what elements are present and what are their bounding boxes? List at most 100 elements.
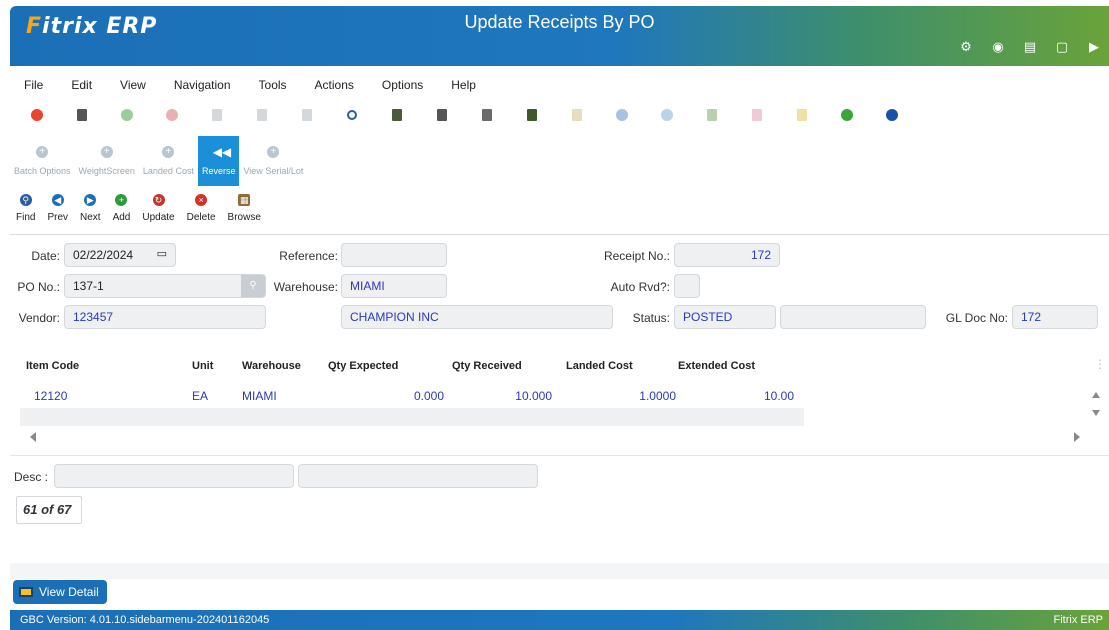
cell-qty-received[interactable]: 10.000	[452, 389, 552, 403]
cell-qty-expected[interactable]: 0.000	[330, 389, 444, 403]
grid-view-icon	[19, 587, 33, 597]
plus-circle-icon: +	[36, 146, 49, 158]
rewind-icon: ◀◀	[212, 145, 232, 159]
column-menu-icon[interactable]: ⋮	[1094, 357, 1106, 371]
delete-icon: ×	[195, 194, 208, 206]
column-header-landed-cost[interactable]: Landed Cost	[566, 360, 633, 372]
brand-text: Fitrix ERP	[1053, 614, 1104, 626]
edit-icon[interactable]	[464, 104, 509, 126]
cancel-icon[interactable]	[149, 104, 194, 126]
browse-button[interactable]: ▦ Browse	[222, 192, 267, 230]
divider	[10, 234, 1109, 235]
column-header-warehouse[interactable]: Warehouse	[242, 360, 301, 372]
menu-actions[interactable]: Actions	[301, 78, 368, 92]
horizontal-scrollbar[interactable]	[12, 428, 1098, 448]
clipboard-icon[interactable]	[284, 104, 329, 126]
menu-file[interactable]: File	[10, 78, 57, 92]
reference-field[interactable]	[341, 243, 447, 267]
po-no-field[interactable]: 137-1 ⚲	[64, 274, 266, 298]
gl-doc-field[interactable]: 172	[1012, 305, 1098, 329]
lookup-icon[interactable]: ⚲	[241, 275, 265, 297]
auto-rvd-field[interactable]	[674, 274, 700, 298]
status-bar: GBC Version: 4.01.10.sidebarmenu-2024011…	[10, 610, 1109, 630]
chart-icon[interactable]	[689, 104, 734, 126]
po-no-value: 137-1	[73, 279, 104, 293]
desc-field-2[interactable]	[298, 464, 538, 488]
menu-tools[interactable]: Tools	[245, 78, 301, 92]
cell-warehouse[interactable]: MIAMI	[242, 389, 277, 403]
prev-button[interactable]: ◀ Prev	[41, 192, 74, 230]
landed-cost-button[interactable]: + Landed Cost	[139, 136, 198, 186]
button-label: Reverse	[201, 166, 236, 176]
paste-icon[interactable]	[239, 104, 284, 126]
batch-options-button[interactable]: + Batch Options	[10, 136, 75, 186]
content-footer	[10, 563, 1109, 579]
date-field[interactable]: 02/22/2024 ▭	[64, 243, 176, 267]
power-icon[interactable]	[14, 104, 59, 126]
cut-icon[interactable]	[194, 104, 239, 126]
find-button[interactable]: ⚲ Find	[10, 192, 41, 230]
warehouse-label: Warehouse:	[273, 280, 338, 294]
menu-edit[interactable]: Edit	[57, 78, 106, 92]
zoom-icon[interactable]	[329, 104, 374, 126]
calendar-icon[interactable]: ▭	[157, 247, 167, 260]
scroll-right-icon[interactable]	[1074, 432, 1080, 442]
file-icon[interactable]	[419, 104, 464, 126]
tag-icon[interactable]	[734, 104, 779, 126]
status-field[interactable]: POSTED	[674, 305, 776, 329]
cell-item-code[interactable]: 12120	[34, 389, 67, 403]
view-detail-button[interactable]: View Detail	[13, 580, 107, 604]
help-icon[interactable]	[869, 104, 914, 126]
page-title: Update Receipts By PO	[464, 12, 655, 32]
cell-landed-cost[interactable]: 1.0000	[566, 389, 676, 403]
empty-row[interactable]	[20, 408, 804, 426]
column-header-qty-received[interactable]: Qty Received	[452, 360, 522, 372]
vendor-label: Vendor:	[18, 311, 60, 325]
info-icon[interactable]	[599, 104, 644, 126]
add-button[interactable]: + Add	[107, 192, 137, 230]
scroll-left-icon[interactable]	[30, 432, 36, 442]
schedule-icon[interactable]	[509, 104, 554, 126]
hourglass-icon[interactable]	[554, 104, 599, 126]
scroll-down-icon[interactable]	[1092, 410, 1100, 416]
column-header-unit[interactable]: Unit	[192, 360, 213, 372]
refresh-icon[interactable]	[824, 104, 869, 126]
up-icon[interactable]	[644, 104, 689, 126]
icon-toolbar	[14, 104, 1094, 130]
status-extra-field[interactable]	[780, 305, 926, 329]
document-icon[interactable]: ▤	[1023, 40, 1037, 54]
receipt-no-field[interactable]: 172	[674, 243, 780, 267]
calendar-icon[interactable]	[374, 104, 419, 126]
cell-extended-cost[interactable]: 10.00	[680, 389, 794, 403]
globe-icon[interactable]: ◉	[991, 40, 1005, 54]
accept-icon[interactable]	[104, 104, 149, 126]
page-icon[interactable]: ▢	[1055, 40, 1069, 54]
report-icon[interactable]	[779, 104, 824, 126]
menu-navigation[interactable]: Navigation	[160, 78, 245, 92]
vendor-name-field[interactable]: CHAMPION INC	[341, 305, 613, 329]
column-header-item-code[interactable]: Item Code	[26, 360, 79, 372]
button-label: Next	[80, 212, 101, 223]
menu-view[interactable]: View	[106, 78, 160, 92]
column-header-extended-cost[interactable]: Extended Cost	[678, 360, 755, 372]
weightscreen-button[interactable]: + WeightScreen	[75, 136, 139, 186]
view-serial-lot-button[interactable]: + View Serial/Lot	[239, 136, 307, 186]
column-header-qty-expected[interactable]: Qty Expected	[328, 360, 398, 372]
update-button[interactable]: ↻ Update	[136, 192, 180, 230]
scroll-up-icon[interactable]	[1092, 392, 1100, 398]
status-label: Status:	[632, 311, 670, 325]
delete-button[interactable]: × Delete	[181, 192, 222, 230]
copy-icon[interactable]	[59, 104, 104, 126]
button-label: Prev	[47, 212, 69, 223]
next-button[interactable]: ▶ Next	[74, 192, 107, 230]
cell-unit[interactable]: EA	[192, 389, 208, 403]
gear-icon[interactable]: ⚙	[959, 40, 973, 54]
plus-circle-icon: +	[267, 146, 280, 158]
desc-field-1[interactable]	[54, 464, 294, 488]
warehouse-field[interactable]: MIAMI	[341, 274, 447, 298]
menu-options[interactable]: Options	[368, 78, 437, 92]
play-icon[interactable]: ▶	[1087, 40, 1101, 54]
reverse-button[interactable]: ◀◀ Reverse	[197, 136, 240, 186]
menu-help[interactable]: Help	[437, 78, 490, 92]
vendor-field[interactable]: 123457	[64, 305, 266, 329]
